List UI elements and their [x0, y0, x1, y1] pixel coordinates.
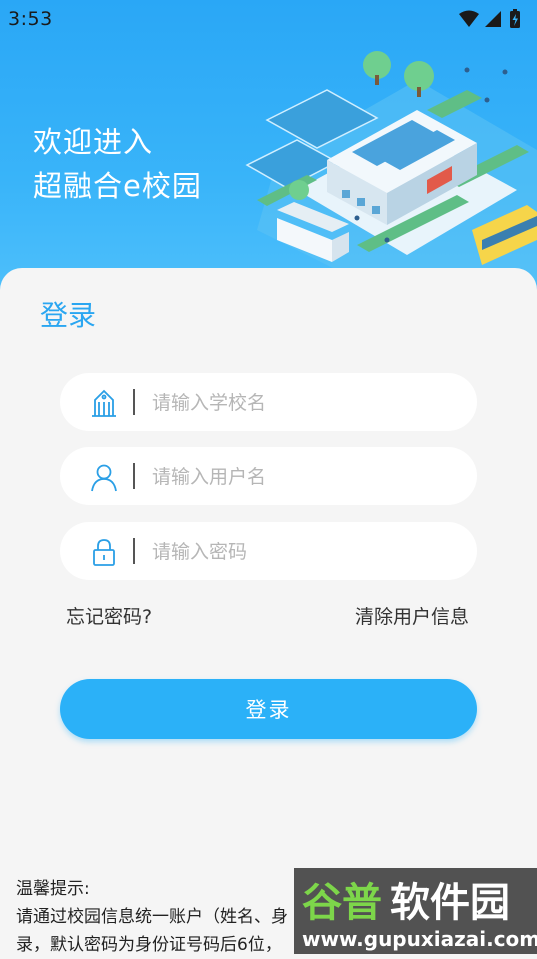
hero-title-line1: 欢迎进入 — [33, 125, 154, 159]
school-field[interactable] — [60, 373, 477, 433]
clear-user-info-link[interactable]: 清除用户信息 — [355, 602, 469, 629]
school-input[interactable] — [150, 373, 454, 433]
watermark-brand-part1: 谷普 — [302, 880, 382, 926]
login-title: 登录 — [40, 299, 97, 332]
username-input[interactable] — [150, 447, 454, 507]
wifi-icon — [459, 10, 479, 27]
login-card: 登录 请输入学校名 请输入用户名 忘记密码? 清除用户信息 登录 温馨提示: 请… — [0, 268, 537, 955]
watermark-url: www.gupuxiazai.com — [302, 927, 537, 951]
battery-icon — [510, 9, 520, 28]
hero-title: 欢迎进入 超融合e校园 — [33, 120, 202, 208]
hero-title-line2: 超融合e校园 — [33, 169, 202, 203]
login-button[interactable]: 登录 — [60, 679, 477, 739]
field-separator — [133, 389, 135, 415]
watermark-overlay: 谷普 软件园 www.gupuxiazai.com — [294, 868, 537, 954]
field-separator — [133, 463, 135, 489]
signal-icon — [485, 11, 501, 27]
password-input[interactable] — [150, 522, 454, 582]
status-icons — [459, 9, 520, 28]
status-bar: 3:53 — [0, 0, 537, 38]
hero-banner: 3:53 欢迎进入 超融合e校园 — [0, 0, 537, 300]
user-icon — [91, 464, 117, 492]
watermark-logo: 谷普 软件园 www.gupuxiazai.com — [302, 880, 537, 951]
campus-illustration — [245, 51, 537, 300]
status-time: 3:53 — [8, 8, 53, 30]
lock-icon — [93, 539, 115, 566]
username-field[interactable] — [60, 447, 477, 507]
forgot-password-link[interactable]: 忘记密码? — [66, 602, 152, 629]
password-field[interactable] — [60, 522, 477, 582]
field-separator — [133, 538, 135, 564]
watermark-brand-part2: 软件园 — [390, 880, 510, 926]
school-building-icon — [92, 389, 116, 417]
